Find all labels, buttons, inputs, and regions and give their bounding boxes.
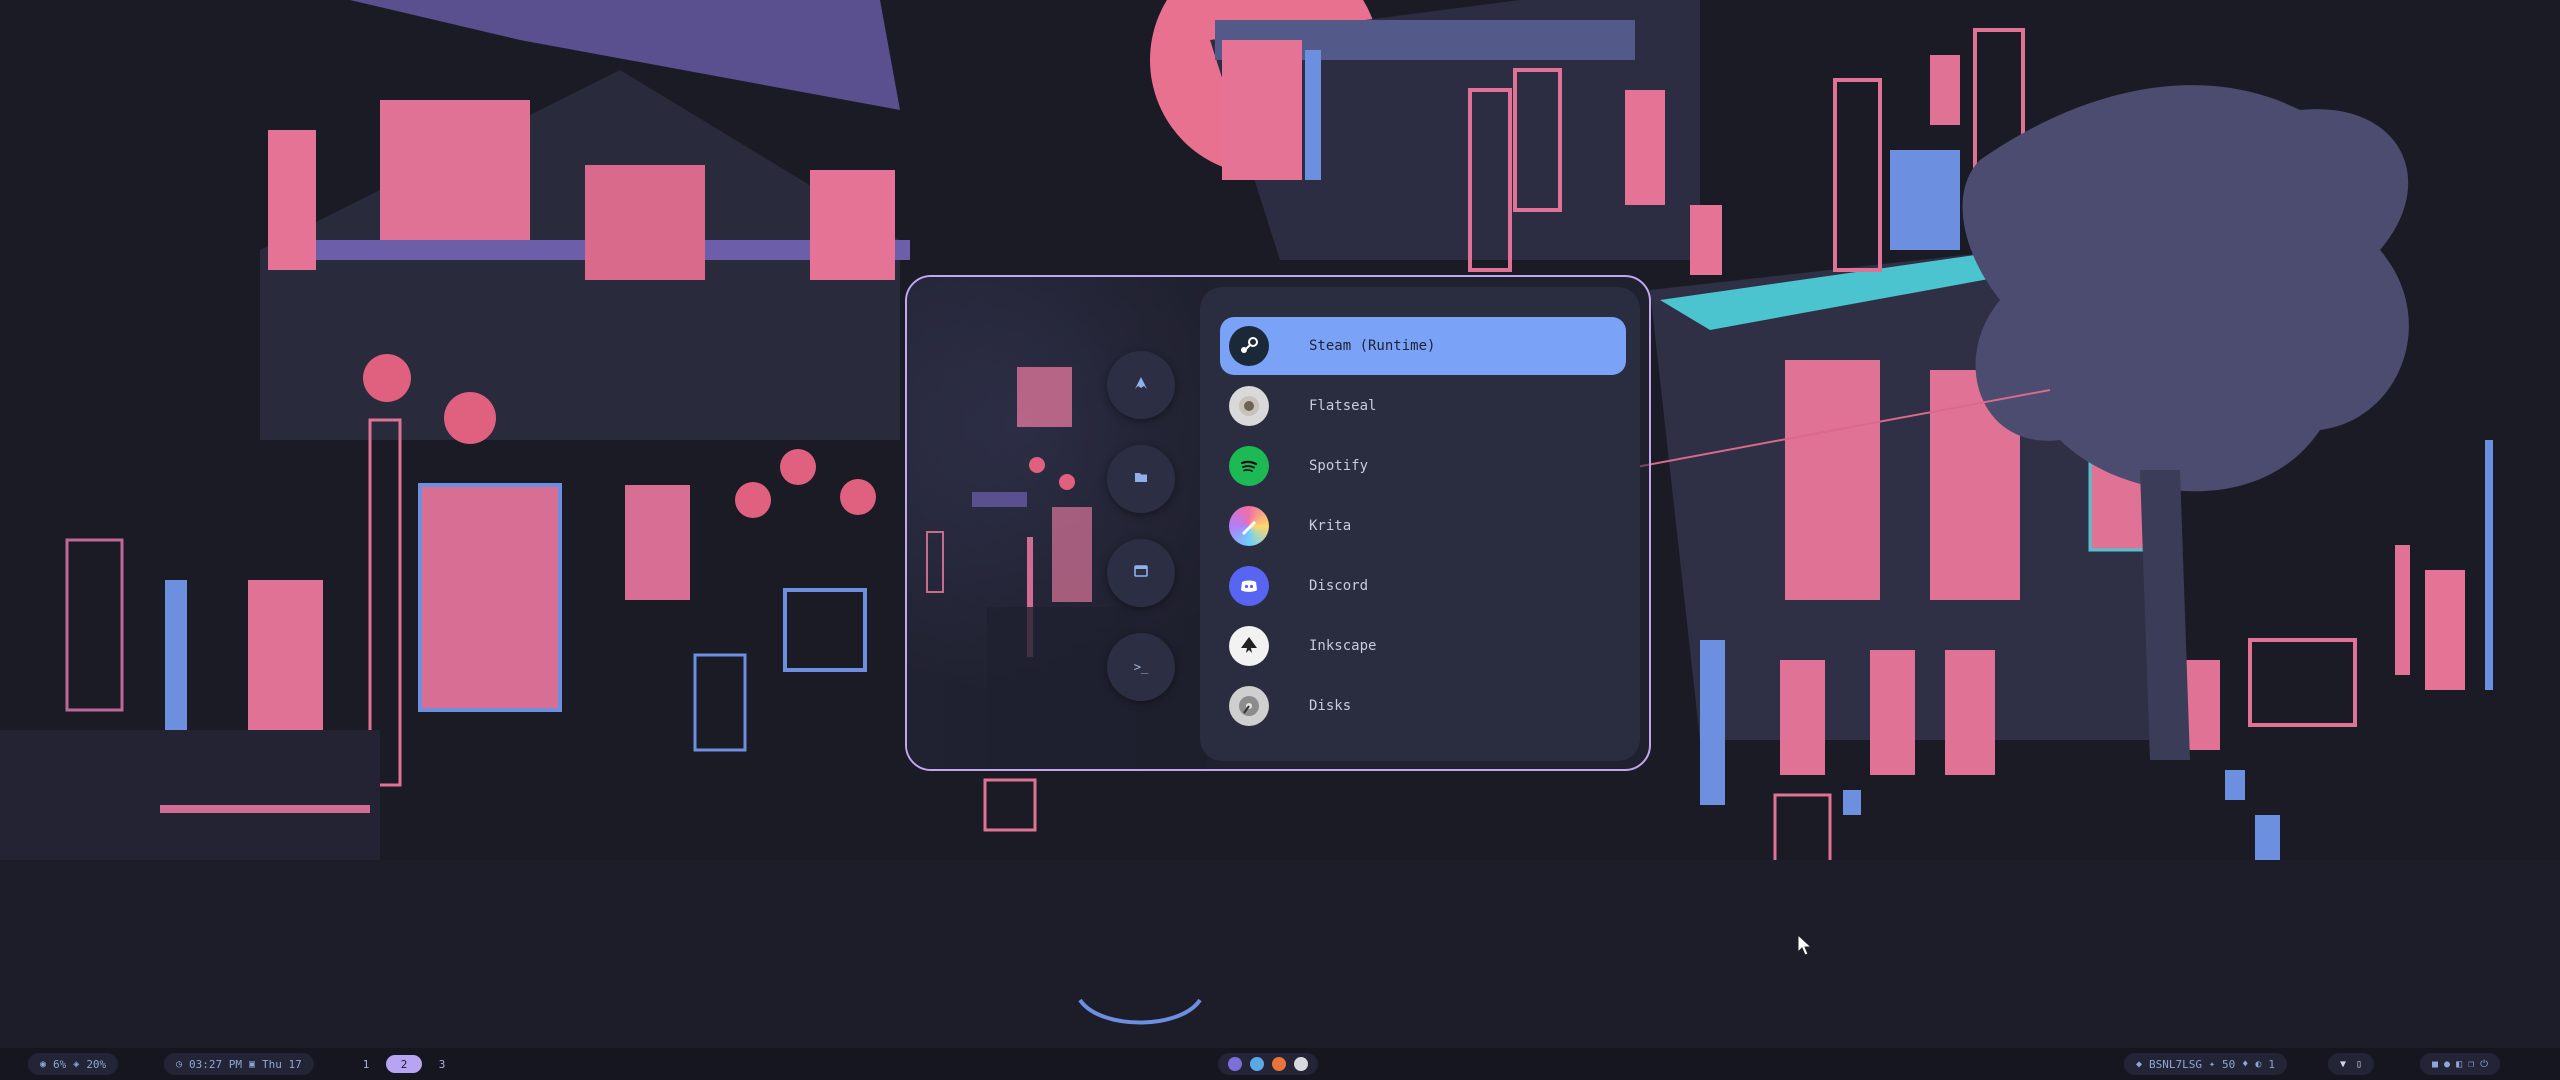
memory-icon: ◈ (73, 1058, 80, 1070)
notification-icon[interactable]: ▼ (2340, 1059, 2346, 1070)
krita-icon (1229, 506, 1269, 546)
network-status[interactable]: ◆ BSNL7LSG ✦ 50 ♦ ◐ 1 (2124, 1053, 2287, 1075)
app-label: Krita (1309, 518, 1352, 534)
notification-area: ▼ ▯ (2328, 1053, 2375, 1075)
clock-time: 03:27 PM (189, 1057, 243, 1071)
mode-files-button[interactable] (1107, 445, 1175, 513)
workspace-3[interactable]: 3 (428, 1055, 456, 1073)
cpu-usage: 6% (53, 1057, 67, 1071)
screenshot-icon[interactable]: ◧ (2456, 1059, 2462, 1070)
toggle-icon[interactable]: ▯ (2356, 1059, 2362, 1070)
app-label: Steam (Runtime) (1309, 338, 1436, 354)
spotify-icon (1229, 446, 1269, 486)
system-stats[interactable]: ◉ 6% ◈ 20% (28, 1053, 119, 1075)
clock[interactable]: ◷ 03:27 PM ▣ Thu 17 (164, 1053, 314, 1075)
brightness-value: 50 (2222, 1057, 2236, 1071)
app-item-spotify[interactable]: Spotify (1220, 437, 1626, 495)
clock-icon: ◷ (176, 1058, 183, 1070)
app-item-krita[interactable]: Krita (1220, 497, 1626, 555)
copy-icon[interactable]: ❐ (2468, 1059, 2474, 1070)
inkscape-icon (1229, 626, 1269, 666)
brightness-icon: ✦ (2209, 1058, 2216, 1070)
app-tray (1218, 1053, 1318, 1075)
app-launcher: >_ Steam (Runtime) Flatseal Spotify Krit… (905, 275, 1651, 771)
workspace-1[interactable]: 1 (352, 1055, 380, 1073)
app-item-discord[interactable]: Discord (1220, 557, 1626, 615)
mode-windows-button[interactable] (1107, 539, 1175, 607)
app-label: Discord (1309, 578, 1369, 594)
app-label: Spotify (1309, 458, 1369, 474)
launcher-preview: >_ (907, 277, 1207, 769)
workspaces: 1 2 3 (352, 1053, 462, 1075)
battery-icon: ◐ (2255, 1058, 2262, 1070)
mode-run-button[interactable]: >_ (1107, 633, 1175, 701)
folder-icon (1133, 469, 1149, 489)
flatseal-icon (1229, 386, 1269, 426)
arch-icon[interactable] (1228, 1057, 1242, 1071)
disks-icon (1229, 686, 1269, 726)
github-icon[interactable] (1294, 1057, 1308, 1071)
battery-value: 1 (2268, 1057, 2275, 1071)
quick-actions: ■ ● ◧ ❐ ⏻ (2420, 1053, 2501, 1075)
app-item-inkscape[interactable]: Inkscape (1220, 617, 1626, 675)
power-icon[interactable]: ⏻ (2480, 1059, 2488, 1070)
wifi-icon: ◆ (2136, 1058, 2143, 1070)
app-item-disks[interactable]: Disks (1220, 677, 1626, 735)
wifi-ssid: BSNL7LSG (2149, 1057, 2203, 1071)
arch-logo-icon (1133, 375, 1149, 395)
app-label: Flatseal (1309, 398, 1377, 414)
app-list: Steam (Runtime) Flatseal Spotify Krita D… (1200, 287, 1640, 761)
mode-apps-button[interactable] (1107, 351, 1175, 419)
calendar-icon: ▣ (249, 1058, 256, 1070)
terminal-icon: >_ (1133, 660, 1149, 674)
app-item-flatseal[interactable]: Flatseal (1220, 377, 1626, 435)
volume-icon: ♦ (2242, 1058, 2249, 1070)
bottom-bar: ◉ 6% ◈ 20% ◷ 03:27 PM ▣ Thu 17 1 2 3 ◆ B… (0, 1048, 2560, 1080)
workspace-2[interactable]: 2 (386, 1055, 422, 1073)
steam-icon (1229, 326, 1269, 366)
settings-icon[interactable]: ● (2444, 1059, 2450, 1070)
memory-usage: 20% (86, 1057, 107, 1071)
app-label: Disks (1309, 698, 1352, 714)
cpu-icon: ◉ (40, 1058, 47, 1070)
app-label: Inkscape (1309, 638, 1377, 654)
window-icon (1133, 563, 1149, 583)
mouse-cursor-icon (1797, 934, 1813, 956)
clock-date: Thu 17 (262, 1057, 302, 1071)
telegram-icon[interactable] (1250, 1057, 1264, 1071)
preview-image (926, 367, 1137, 767)
app-item-steam[interactable]: Steam (Runtime) (1220, 317, 1626, 375)
lock-icon[interactable]: ■ (2432, 1059, 2438, 1070)
discord-icon (1229, 566, 1269, 606)
firefox-icon[interactable] (1272, 1057, 1286, 1071)
